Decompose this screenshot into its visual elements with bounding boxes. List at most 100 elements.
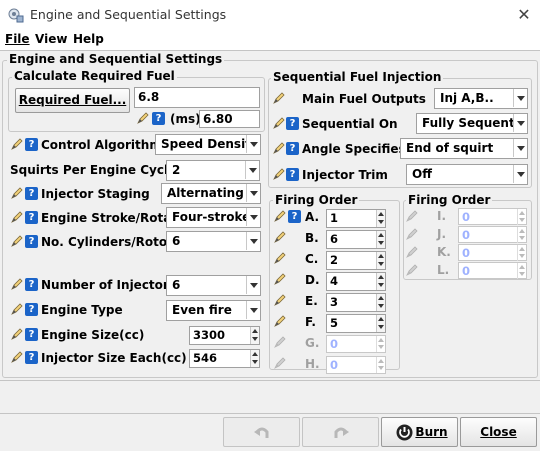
help-icon[interactable]: ? [25, 351, 38, 364]
pencil-icon[interactable] [273, 272, 287, 286]
pencil-icon[interactable] [273, 209, 287, 223]
menu-help-label: Help [73, 32, 104, 46]
firing-order-value: 2 [330, 253, 339, 267]
help-icon[interactable]: ? [286, 168, 299, 181]
menu-help[interactable]: Help [73, 32, 104, 46]
firing-order-value: 5 [330, 316, 339, 330]
panel-title: Engine and Sequential Settings [7, 52, 225, 66]
pencil-icon [406, 264, 418, 276]
control-algorithm-select[interactable]: Speed Density [155, 134, 261, 155]
help-icon[interactable]: ? [25, 328, 38, 341]
spinner-icon[interactable] [376, 294, 385, 311]
firing-order-spinner[interactable]: 6 [326, 230, 386, 249]
engine-size-spinner[interactable]: 3300 [189, 326, 260, 345]
engine-size-label: Engine Size(cc) [41, 328, 145, 342]
injector-staging-label: Injector Staging [41, 187, 150, 201]
help-icon[interactable]: ? [288, 210, 301, 223]
spinner-icon[interactable] [376, 210, 385, 227]
pencil-icon[interactable] [10, 137, 24, 151]
firing-order-title-1: Firing Order [273, 193, 360, 207]
firing-order-value: 1 [330, 211, 339, 225]
angle-select[interactable]: End of squirt [400, 138, 528, 159]
engine-stroke-select[interactable]: Four-stroke [166, 207, 261, 228]
firing-order-spinner[interactable]: 3 [326, 293, 386, 312]
firing-order-spinner[interactable]: 1 [326, 209, 386, 228]
spinner-icon [376, 357, 385, 373]
burn-button[interactable]: Burn [381, 417, 458, 447]
spinner-icon[interactable] [376, 231, 385, 248]
pencil-icon[interactable] [273, 251, 287, 265]
firing-order-label: G. [305, 336, 320, 350]
dropdown-icon [246, 301, 260, 319]
pencil-icon[interactable] [272, 167, 286, 181]
pencil-icon[interactable] [273, 314, 287, 328]
firing-order-spinner[interactable]: 5 [326, 314, 386, 333]
help-icon[interactable]: ? [25, 187, 38, 200]
close-icon[interactable]: ✕ [513, 5, 535, 25]
menu-bar: File View Help [0, 30, 540, 50]
spinner-icon[interactable] [376, 315, 385, 332]
pencil-icon[interactable] [10, 186, 24, 200]
menu-view[interactable]: View [35, 32, 67, 46]
req-fuel-ms-field[interactable]: 6.80 [199, 110, 260, 128]
help-icon[interactable]: ? [25, 138, 38, 151]
burn-icon [396, 424, 413, 441]
firing-order-spinner[interactable]: 4 [326, 272, 386, 291]
pencil-icon[interactable] [272, 116, 286, 130]
injector-staging-select[interactable]: Alternating [161, 183, 261, 204]
dropdown-icon [246, 135, 260, 153]
pencil-icon[interactable] [10, 277, 24, 291]
help-icon[interactable]: ? [286, 142, 299, 155]
dropdown-icon [513, 165, 527, 183]
close-button[interactable]: Close [460, 417, 537, 447]
pencil-icon[interactable] [10, 302, 24, 316]
firing-order-label: A. [305, 210, 320, 224]
control-algorithm-label: Control Algorithm [41, 138, 162, 152]
firing-order-label: E. [305, 294, 318, 308]
firing-order-spinner: 0 [458, 208, 527, 225]
spinner-icon[interactable] [250, 327, 259, 344]
no-cylinders-select[interactable]: 6 [166, 231, 261, 252]
pencil-icon[interactable] [273, 230, 287, 244]
help-icon[interactable]: ? [286, 117, 299, 130]
required-fuel-button[interactable]: Required Fuel... [15, 88, 130, 113]
help-icon[interactable]: ? [25, 278, 38, 291]
pencil-icon[interactable] [10, 327, 24, 341]
pencil-icon[interactable] [136, 111, 150, 125]
engine-type-select[interactable]: Even fire [166, 300, 261, 321]
pencil-icon[interactable] [10, 350, 24, 364]
pencil-icon[interactable] [10, 234, 24, 248]
help-icon[interactable]: ? [152, 112, 165, 125]
seq-on-select[interactable]: Fully Sequential [416, 113, 528, 134]
help-icon[interactable]: ? [25, 211, 38, 224]
squirts-select[interactable]: 2 [166, 160, 260, 181]
num-injectors-select[interactable]: 6 [166, 275, 261, 296]
angle-label: Angle Specifies: [302, 142, 411, 156]
firing-order-spinner[interactable]: 2 [326, 251, 386, 270]
help-icon[interactable]: ? [25, 235, 38, 248]
firing-order-value: 0 [462, 228, 471, 242]
spinner-icon[interactable] [376, 273, 385, 290]
undo-button[interactable] [223, 417, 300, 447]
spinner-icon[interactable] [376, 252, 385, 269]
injector-trim-select[interactable]: Off [406, 164, 528, 185]
pencil-icon [274, 357, 286, 369]
redo-button[interactable] [302, 417, 379, 447]
pencil-icon[interactable] [272, 141, 286, 155]
menu-file[interactable]: File [5, 32, 30, 46]
injector-size-spinner[interactable]: 546 [189, 349, 260, 368]
injector-staging-value: Alternating [167, 186, 244, 200]
req-fuel-input[interactable]: 6.8 [134, 87, 260, 108]
engine-type-label: Engine Type [41, 303, 123, 317]
spinner-icon [517, 209, 526, 225]
firing-order-value: 0 [462, 210, 471, 224]
pencil-icon[interactable] [272, 91, 286, 105]
firing-order-value: 3 [330, 295, 339, 309]
pencil-icon[interactable] [273, 293, 287, 307]
help-icon[interactable]: ? [25, 303, 38, 316]
main-outputs-select[interactable]: Inj A,B.. [434, 88, 528, 109]
spinner-icon[interactable] [250, 350, 259, 367]
pencil-icon[interactable] [10, 210, 24, 224]
firing-order-label: B. [305, 231, 319, 245]
firing-order-spinner: 0 [326, 335, 386, 353]
